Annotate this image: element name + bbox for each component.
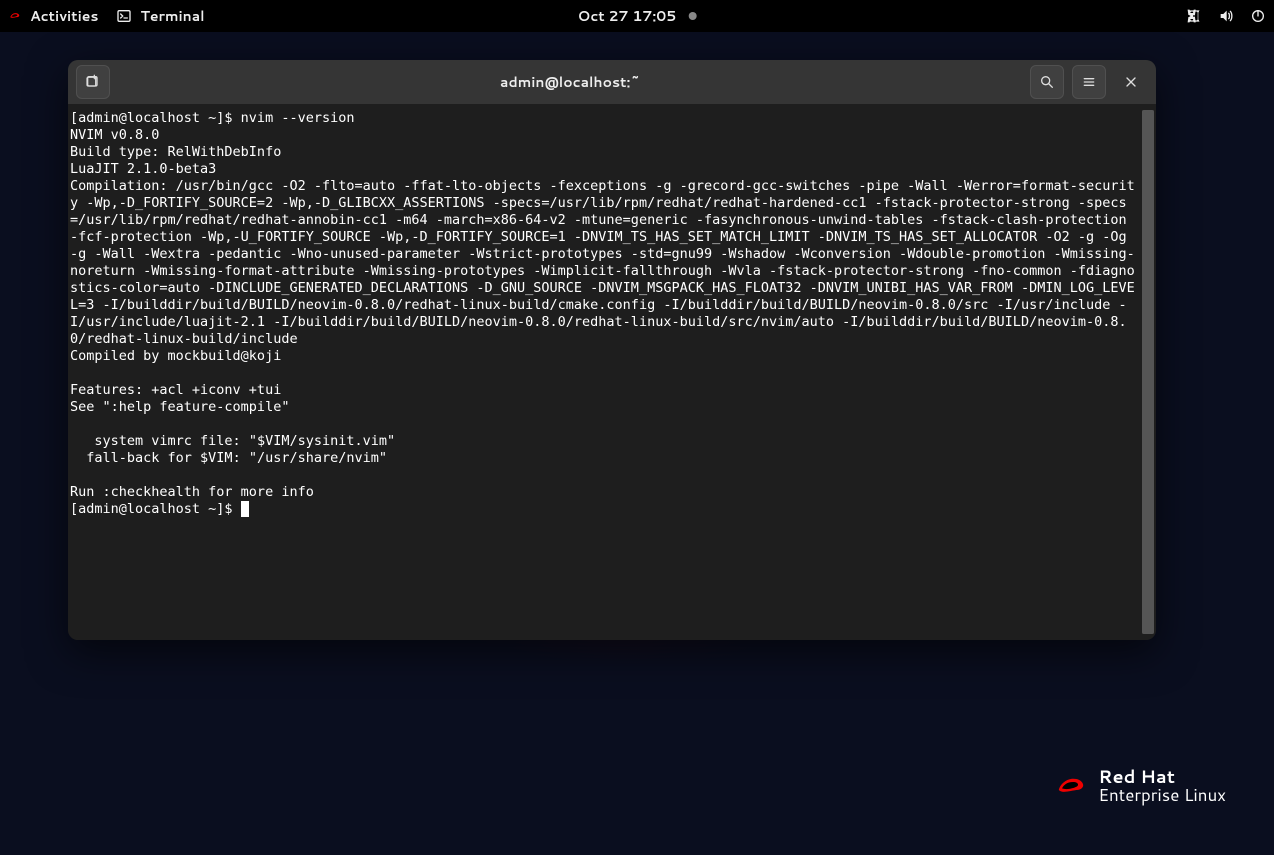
terminal-output[interactable]: [admin@localhost ~]$ nvim --version NVIM… xyxy=(70,110,1142,634)
activities-button[interactable]: Activities xyxy=(8,6,98,26)
notification-dot-icon xyxy=(688,12,696,20)
window-titlebar[interactable]: admin@localhost:~ xyxy=(68,60,1156,104)
current-app-indicator[interactable]: Terminal xyxy=(116,6,204,26)
volume-icon xyxy=(1218,8,1234,24)
clock-label: Oct 27 17:05 xyxy=(578,6,677,26)
terminal-icon xyxy=(116,8,132,24)
activities-label: Activities xyxy=(30,6,98,26)
current-app-label: Terminal xyxy=(140,6,204,26)
gnome-topbar: Activities Terminal Oct 27 17:05 xyxy=(0,0,1274,32)
system-status-area[interactable] xyxy=(1186,8,1266,24)
search-icon xyxy=(1039,74,1055,90)
network-icon xyxy=(1186,8,1202,24)
menu-button[interactable] xyxy=(1072,65,1106,99)
brand-line-2: Enterprise Linux xyxy=(1098,786,1226,805)
new-tab-icon xyxy=(85,74,101,90)
hamburger-icon xyxy=(1081,74,1097,90)
scrollbar-thumb[interactable] xyxy=(1142,110,1154,634)
window-title: admin@localhost:~ xyxy=(118,72,1022,92)
clock-button[interactable]: Oct 27 17:05 xyxy=(578,6,697,26)
power-icon xyxy=(1250,8,1266,24)
terminal-cursor xyxy=(241,501,249,517)
rhel-branding: Red Hat Enterprise Linux xyxy=(1054,767,1226,805)
close-button[interactable] xyxy=(1114,65,1148,99)
redhat-logo-icon xyxy=(1054,773,1086,799)
close-icon xyxy=(1123,74,1139,90)
search-button[interactable] xyxy=(1030,65,1064,99)
new-tab-button[interactable] xyxy=(76,65,110,99)
terminal-window: admin@localhost:~ [admin@localhost ~]$ n… xyxy=(68,60,1156,640)
terminal-scrollbar[interactable] xyxy=(1142,110,1154,634)
terminal-body[interactable]: [admin@localhost ~]$ nvim --version NVIM… xyxy=(68,104,1156,640)
terminal-text: [admin@localhost ~]$ nvim --version NVIM… xyxy=(70,110,1135,517)
redhat-icon xyxy=(8,9,22,23)
